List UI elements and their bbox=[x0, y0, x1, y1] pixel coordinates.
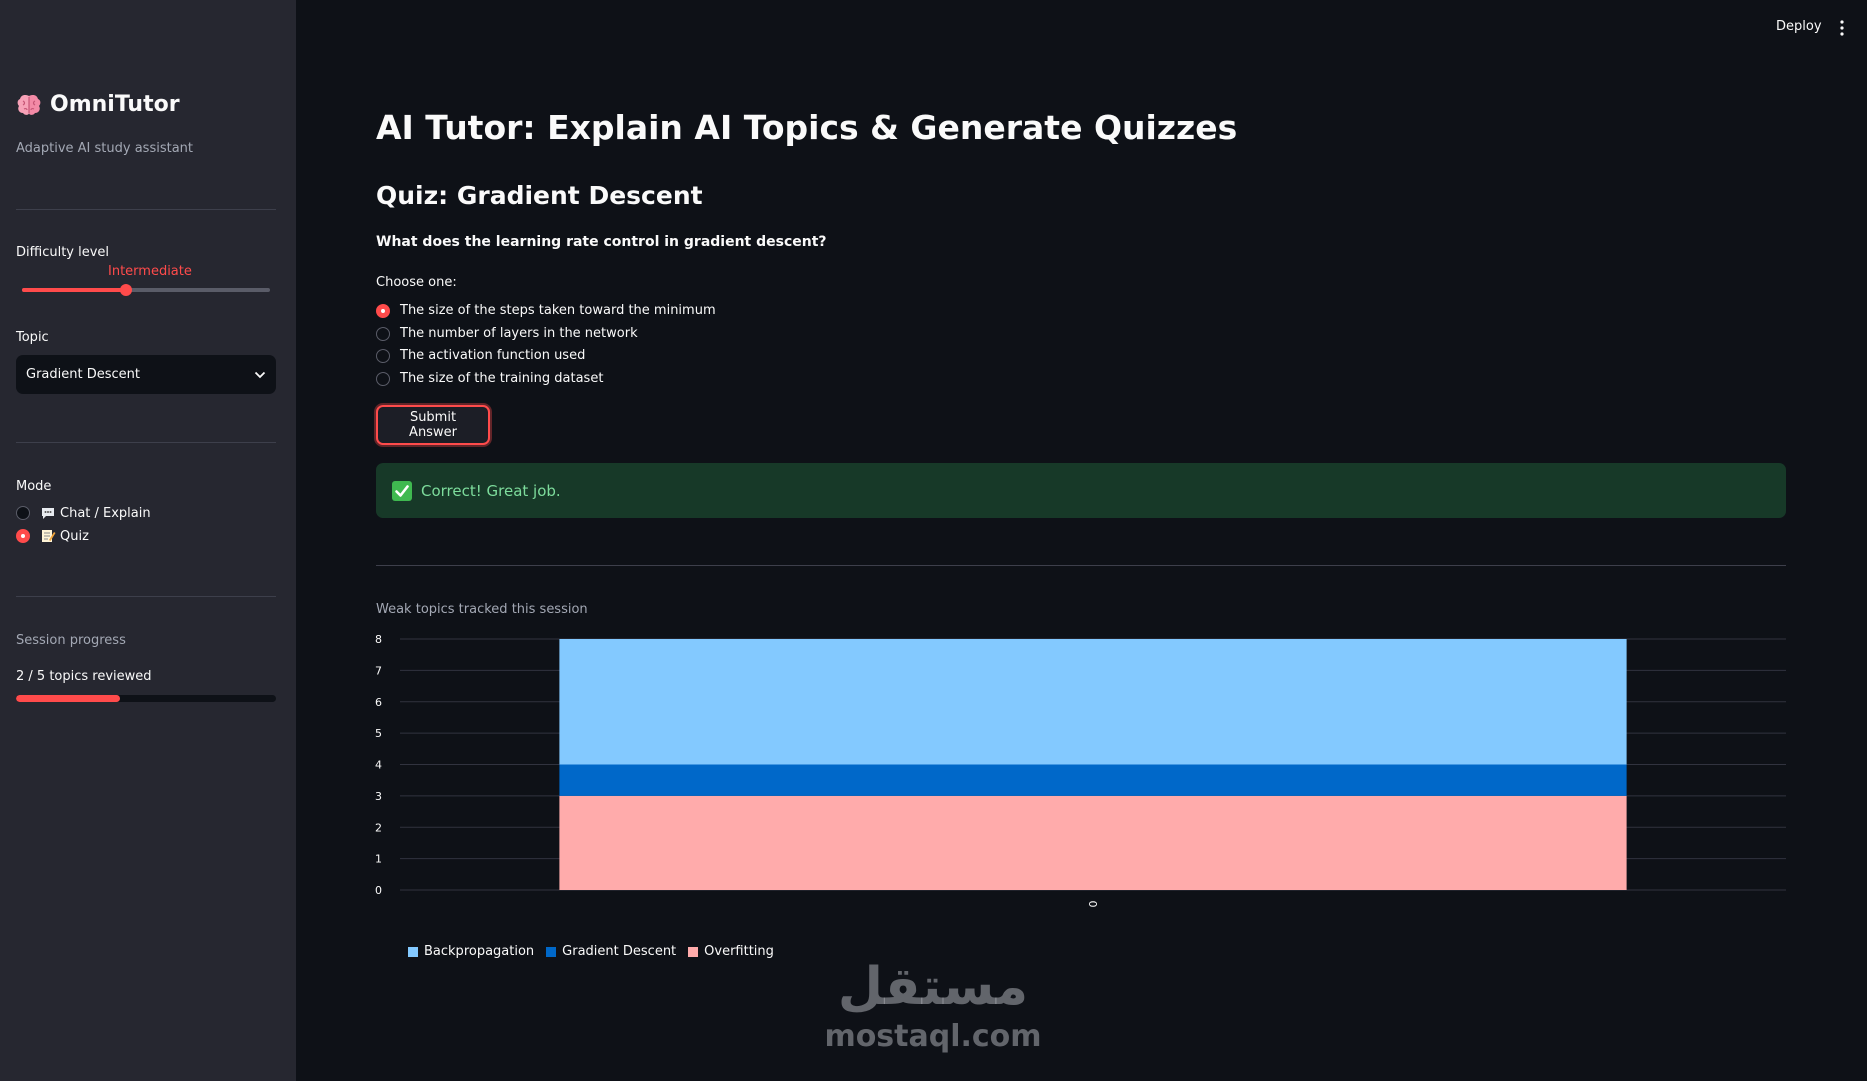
chart-legend: Backpropagation Gradient Descent Overfitti… bbox=[408, 944, 786, 959]
progress-bar-fill bbox=[16, 695, 120, 702]
y-tick-label: 5 bbox=[375, 727, 382, 740]
difficulty-value: Intermediate bbox=[108, 264, 192, 279]
legend-label: Gradient Descent bbox=[562, 944, 677, 959]
legend-item: Gradient Descent bbox=[546, 944, 676, 959]
chevron-down-icon bbox=[254, 371, 266, 378]
legend-item: Overfitting bbox=[688, 944, 774, 959]
quiz-option[interactable]: The size of the training dataset bbox=[376, 371, 603, 386]
y-tick-label: 0 bbox=[375, 884, 382, 897]
sidebar: OmniTutor Adaptive AI study assistant Di… bbox=[0, 0, 296, 1081]
quiz-option-label: The number of layers in the network bbox=[400, 326, 638, 341]
mode-option-quiz[interactable]: Quiz bbox=[16, 528, 89, 544]
memo-icon bbox=[42, 530, 56, 542]
check-mark-icon bbox=[392, 480, 412, 501]
y-tick-label: 2 bbox=[375, 821, 382, 834]
mode-label: Mode bbox=[16, 479, 52, 494]
mostaql-watermark: مستقل mostaql.com bbox=[824, 957, 1041, 1054]
mode-radio-chat[interactable] bbox=[16, 506, 30, 520]
y-tick-label: 8 bbox=[375, 633, 382, 646]
topic-label: Topic bbox=[16, 330, 49, 345]
legend-swatch bbox=[408, 946, 418, 957]
speech-bubble-icon bbox=[42, 508, 54, 519]
quiz-title: Quiz: Gradient Descent bbox=[376, 181, 703, 210]
y-tick-label: 4 bbox=[375, 759, 382, 772]
quiz-option[interactable]: The number of layers in the network bbox=[376, 326, 638, 341]
quiz-option-radio[interactable] bbox=[376, 303, 390, 318]
quiz-option[interactable]: The size of the steps taken toward the m… bbox=[376, 303, 716, 318]
success-message: Correct! Great job. bbox=[421, 481, 561, 500]
bar-segment bbox=[559, 639, 1627, 765]
progress-text: 2 / 5 topics reviewed bbox=[16, 669, 152, 684]
app-title: OmniTutor bbox=[50, 92, 180, 117]
legend-label: Overfitting bbox=[704, 944, 774, 959]
legend-label: Backpropagation bbox=[424, 944, 535, 959]
page-title: AI Tutor: Explain AI Topics & Generate Q… bbox=[376, 108, 1238, 147]
quiz-question: What does the learning rate control in g… bbox=[376, 234, 827, 250]
brain-icon bbox=[17, 94, 41, 115]
topic-select-value: Gradient Descent bbox=[26, 367, 140, 382]
watermark-arabic: مستقل bbox=[838, 957, 1028, 1017]
choose-label: Choose one: bbox=[376, 275, 457, 290]
y-tick-label: 6 bbox=[375, 696, 382, 709]
mode-option-chat[interactable]: Chat / Explain bbox=[16, 505, 151, 521]
y-tick-label: 1 bbox=[375, 853, 382, 866]
chart-caption: Weak topics tracked this session bbox=[376, 602, 588, 617]
success-alert: Correct! Great job. bbox=[376, 463, 1786, 518]
difficulty-slider[interactable] bbox=[22, 284, 270, 296]
difficulty-slider-thumb[interactable] bbox=[120, 284, 133, 296]
weak-topics-chart: 0 1 2 3 4 5 6 7 8 0 bbox=[375, 633, 1786, 908]
quiz-option-label: The size of the steps taken toward the m… bbox=[400, 303, 716, 318]
legend-item: Backpropagation bbox=[408, 944, 534, 959]
more-menu-icon[interactable] bbox=[1838, 18, 1846, 38]
difficulty-slider-fill bbox=[22, 288, 127, 292]
mode-radio-quiz[interactable] bbox=[16, 529, 30, 543]
x-tick-label: 0 bbox=[1087, 901, 1100, 908]
submit-answer-button[interactable]: Submit Answer bbox=[376, 405, 490, 445]
y-tick-label: 3 bbox=[375, 790, 382, 803]
quiz-option-radio[interactable] bbox=[376, 371, 390, 386]
sidebar-divider bbox=[16, 209, 276, 210]
progress-label: Session progress bbox=[16, 633, 126, 648]
quiz-option-radio[interactable] bbox=[376, 326, 390, 341]
quiz-option-label: The activation function used bbox=[400, 348, 586, 363]
legend-swatch bbox=[546, 946, 557, 957]
deploy-button[interactable]: Deploy bbox=[1776, 19, 1822, 34]
sidebar-divider bbox=[16, 596, 276, 597]
topic-select[interactable]: Gradient Descent bbox=[16, 355, 276, 394]
y-tick-label: 7 bbox=[375, 664, 382, 677]
bar-segment bbox=[559, 795, 1627, 890]
quiz-option[interactable]: The activation function used bbox=[376, 348, 585, 363]
watermark-latin: mostaql.com bbox=[824, 1019, 1041, 1054]
mode-option-label: Chat / Explain bbox=[60, 505, 151, 521]
sidebar-divider bbox=[16, 442, 276, 443]
main-divider bbox=[376, 565, 1786, 566]
legend-swatch bbox=[688, 946, 699, 957]
app-brand: OmniTutor bbox=[16, 92, 180, 117]
bar-segment bbox=[559, 764, 1627, 796]
mode-option-label: Quiz bbox=[60, 528, 89, 544]
quiz-option-label: The size of the training dataset bbox=[400, 371, 604, 386]
quiz-option-radio[interactable] bbox=[376, 348, 390, 363]
difficulty-label: Difficulty level bbox=[16, 245, 110, 260]
app-tagline: Adaptive AI study assistant bbox=[16, 141, 194, 156]
progress-bar bbox=[16, 695, 276, 702]
